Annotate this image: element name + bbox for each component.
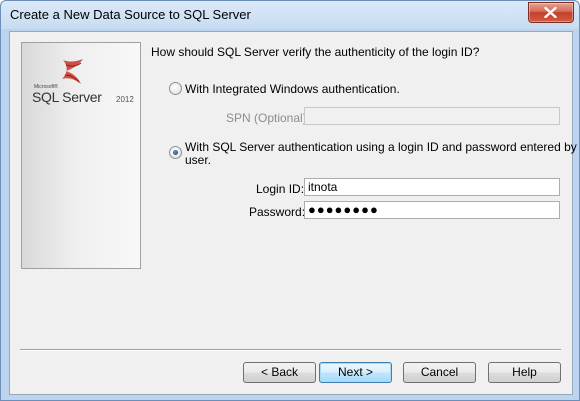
windows-auth-label[interactable]: With Integrated Windows authentication.	[185, 82, 400, 96]
product-banner: Microsoft® SQL Server 2012	[21, 42, 141, 269]
auth-question: How should SQL Server verify the authent…	[151, 45, 480, 59]
login-id-input[interactable]: itnota	[304, 178, 560, 196]
close-button[interactable]	[528, 2, 574, 23]
product-version: 2012	[116, 95, 134, 104]
back-button[interactable]: < Back	[243, 362, 316, 383]
sql-auth-label-line1[interactable]: With SQL Server authentication using a l…	[185, 140, 579, 154]
cancel-button[interactable]: Cancel	[403, 362, 476, 383]
close-icon	[544, 7, 557, 18]
spn-label: SPN (Optional):	[226, 111, 311, 125]
sql-auth-radio[interactable]	[169, 146, 182, 159]
dialog-body: Microsoft® SQL Server 2012 How should SQ…	[9, 31, 579, 395]
product-name: SQL Server	[32, 89, 102, 105]
button-divider	[20, 349, 561, 351]
sql-server-logo: Microsoft® SQL Server 2012	[30, 57, 138, 112]
password-label: Password:	[249, 205, 306, 219]
login-id-label: Login ID:	[256, 182, 305, 196]
window-title: Create a New Data Source to SQL Server	[10, 7, 251, 22]
windows-auth-radio[interactable]	[169, 82, 182, 95]
next-button[interactable]: Next >	[319, 362, 392, 383]
dialog-window: Create a New Data Source to SQL Server M…	[0, 0, 580, 401]
title-bar[interactable]: Create a New Data Source to SQL Server	[1, 1, 579, 29]
spn-input[interactable]	[304, 107, 560, 125]
password-input[interactable]: ●●●●●●●●	[304, 201, 560, 219]
help-button[interactable]: Help	[488, 362, 561, 383]
sql-auth-label-line2[interactable]: user.	[185, 153, 211, 167]
sql-server-icon	[62, 59, 83, 84]
radio-selected-dot	[173, 150, 178, 155]
